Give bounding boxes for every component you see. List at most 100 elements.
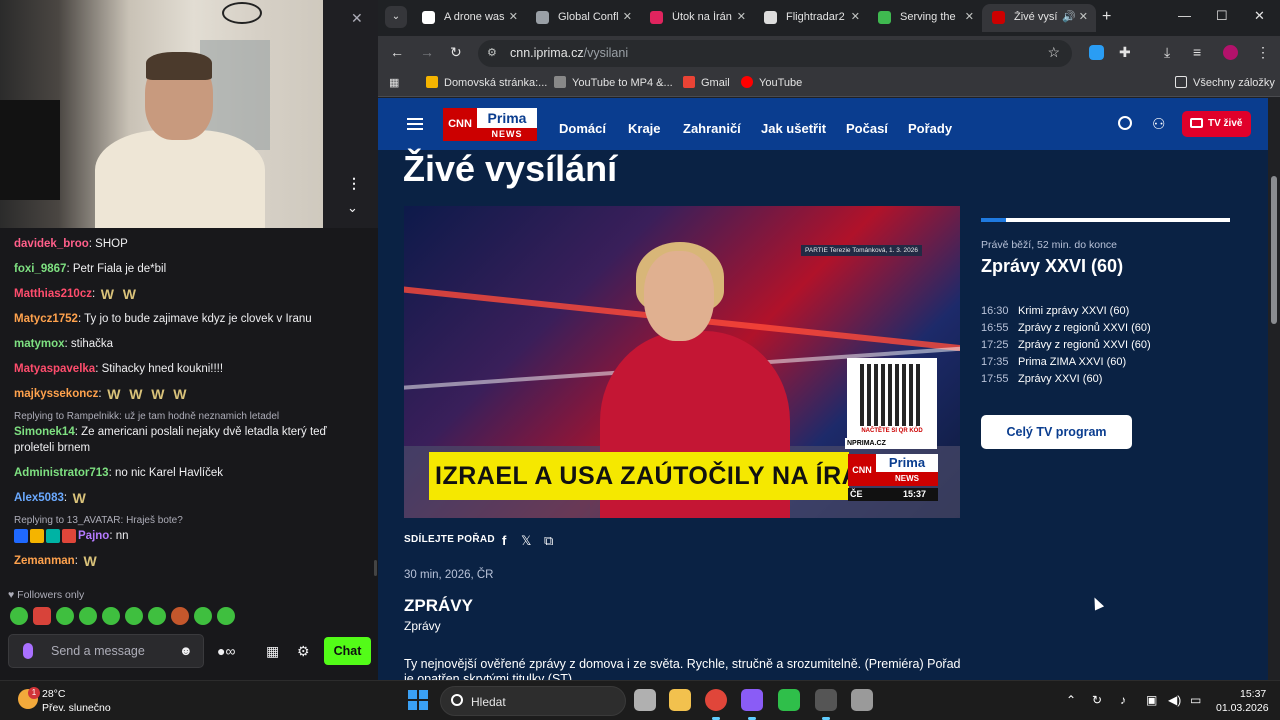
close-icon[interactable]: ✕ [351, 10, 363, 27]
chat-badge-icon[interactable] [62, 529, 76, 544]
chat-username[interactable]: Alex5083 [14, 492, 64, 504]
browser-tab[interactable]: Útok na Írán ✕ [640, 4, 754, 32]
new-tab-button[interactable]: + [1102, 8, 1111, 26]
chat-username[interactable]: majkyssekoncz [14, 388, 98, 400]
tab-close-icon[interactable]: ✕ [509, 10, 518, 23]
apps-grid-icon[interactable]: ▦ [389, 76, 399, 89]
profile-avatar[interactable] [1223, 45, 1238, 60]
chat-badge-icon[interactable] [46, 529, 60, 544]
bits-icon[interactable]: ●∞ [217, 643, 235, 659]
tab-close-icon[interactable]: ✕ [737, 10, 746, 23]
settings-icon[interactable]: ⚙ [297, 643, 310, 660]
schedule-item[interactable]: 16:30 Krimi zprávy XXVI (60) [981, 303, 1251, 320]
close-window-icon[interactable]: ✕ [1254, 8, 1265, 24]
emote-icon[interactable] [79, 607, 97, 625]
emote-icon[interactable] [194, 607, 212, 625]
chevron-down-icon[interactable]: ⌄ [347, 200, 358, 216]
battery-icon[interactable]: ▭ [1190, 693, 1201, 707]
media-control-icon[interactable]: ≡ [1193, 44, 1201, 60]
browser-tab[interactable]: Serving the ✕ [868, 4, 982, 32]
chat-send-button[interactable]: Chat [324, 637, 371, 665]
network-icon[interactable]: ▣ [1146, 693, 1157, 707]
emote-icon[interactable]: W [171, 386, 189, 402]
clock-date[interactable]: 01.03.2026 [1216, 702, 1269, 714]
chat-username[interactable]: Zemanman [14, 555, 75, 567]
task-view-icon[interactable] [634, 689, 656, 711]
nav-pocasi[interactable]: Počasí [846, 121, 888, 136]
weather-temperature[interactable]: 28°C [42, 688, 65, 700]
chat-badge-icon[interactable] [14, 529, 28, 544]
copy-link-icon[interactable]: ⧉ [544, 533, 553, 549]
emote-icon[interactable] [171, 607, 189, 625]
more-options-icon[interactable]: ⋮ [347, 175, 361, 192]
chat-scrollbar[interactable] [374, 560, 377, 576]
sync-icon[interactable]: ↻ [1092, 693, 1102, 707]
schedule-item[interactable]: 17:35 Prima ZIMA XXVI (60) [981, 354, 1251, 371]
nav-kraje[interactable]: Kraje [628, 121, 661, 136]
chat-username[interactable]: Simonek14 [14, 426, 75, 438]
tv-program-button[interactable]: Celý TV program [981, 415, 1132, 449]
emote-icon[interactable]: W [149, 386, 167, 402]
chat-username[interactable]: Matthias210cz [14, 288, 92, 300]
chat-username[interactable]: Matycz1752 [14, 313, 78, 325]
chat-username[interactable]: matymox [14, 338, 65, 350]
nav-domaci[interactable]: Domácí [559, 121, 606, 136]
schedule-item[interactable]: 17:55 Zprávy XXVI (60) [981, 371, 1251, 388]
bookmark-item[interactable]: YouTube [741, 76, 802, 89]
minimize-icon[interactable]: — [1178, 8, 1191, 23]
facebook-icon[interactable]: f [502, 533, 506, 548]
maximize-icon[interactable]: ☐ [1216, 8, 1228, 24]
emote-icon[interactable]: W [98, 286, 116, 302]
chrome-icon[interactable] [705, 689, 727, 720]
reload-icon[interactable]: ↻ [450, 44, 462, 61]
emote-icon[interactable] [125, 607, 143, 625]
emote-icon[interactable] [102, 607, 120, 625]
chat-input[interactable]: Send a message ☻ [8, 634, 204, 668]
emote-bar[interactable] [10, 607, 310, 627]
bookmark-item[interactable]: Gmail [683, 76, 730, 89]
all-bookmarks[interactable]: Všechny záložky [1175, 76, 1275, 89]
emote-icon[interactable]: W [127, 386, 145, 402]
address-bar[interactable]: ⚙ cnn.iprima.cz/vysilani ☆ [478, 40, 1072, 67]
schedule-item[interactable]: 17:25 Zprávy z regionů XXVI (60) [981, 337, 1251, 354]
emote-icon[interactable]: W [81, 553, 99, 569]
emote-icon[interactable]: W [105, 386, 123, 402]
browser-tab[interactable]: A drone was ✕ [412, 4, 526, 32]
screen-recorder-icon[interactable] [741, 689, 763, 720]
user-icon[interactable]: ⚇ [1152, 115, 1165, 133]
microphone-icon[interactable]: ♪ [1120, 693, 1126, 707]
tab-close-icon[interactable]: ✕ [965, 10, 974, 23]
back-icon[interactable]: ← [390, 44, 404, 60]
search-icon[interactable] [1118, 116, 1132, 130]
chat-username[interactable]: foxi_9867 [14, 263, 66, 275]
weather-description[interactable]: Přev. slunečno [42, 702, 111, 714]
chat-input-placeholder[interactable]: Send a message [51, 644, 145, 658]
windows-start-icon[interactable] [408, 690, 428, 710]
page-scrollbar[interactable] [1268, 98, 1280, 680]
browser-tab[interactable]: Global Confl ✕ [526, 4, 640, 32]
cnn-prima-news-logo[interactable]: CNN Prima NEWS [443, 108, 537, 141]
hamburger-menu-icon[interactable] [407, 118, 423, 130]
emoji-picker-icon[interactable]: ☻ [179, 643, 193, 658]
browser-tab[interactable]: Živé vysí 🔊 ✕ [982, 4, 1096, 32]
clock-time[interactable]: 15:37 [1240, 688, 1266, 700]
emote-icon[interactable] [148, 607, 166, 625]
tv-live-button[interactable]: TV živě [1182, 111, 1251, 137]
chat-username[interactable]: Administrator713 [14, 467, 109, 479]
site-info-icon[interactable]: ⚙ [487, 46, 497, 59]
emote-icon[interactable] [217, 607, 235, 625]
tab-close-icon[interactable]: 🔊 ✕ [1062, 10, 1088, 23]
reply-context[interactable]: Replying to Rampelnikk: už je tam hodně … [14, 411, 364, 422]
volume-icon[interactable]: ◀) [1168, 693, 1181, 707]
download-icon[interactable]: ⤓ [1164, 44, 1170, 61]
emote-icon[interactable]: W [120, 286, 138, 302]
nav-jak-usetrit[interactable]: Jak ušetřit [761, 121, 826, 136]
chat-username[interactable]: Pajno [78, 530, 109, 542]
x-twitter-icon[interactable]: 𝕏 [521, 533, 531, 549]
browser-tab[interactable]: Flightradar2 ✕ [754, 4, 868, 32]
chevron-up-icon[interactable]: ⌃ [1066, 693, 1076, 707]
nav-porady[interactable]: Pořady [908, 121, 952, 136]
xbox-icon[interactable] [778, 689, 800, 711]
emote-icon[interactable] [10, 607, 28, 625]
schedule-item[interactable]: 16:55 Zprávy z regionů XXVI (60) [981, 320, 1251, 337]
